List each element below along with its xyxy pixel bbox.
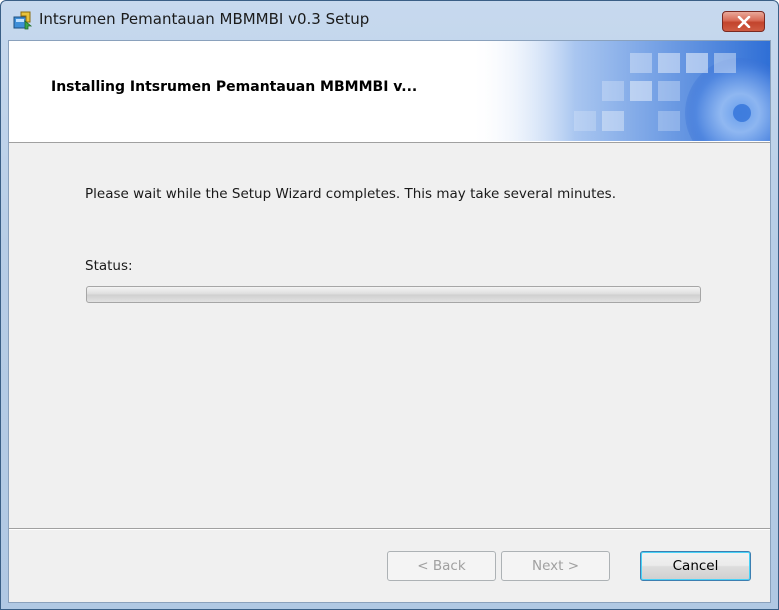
footer-divider [9,528,770,530]
window-title: Intsrumen Pemantauan MBMMBI v0.3 Setup [39,10,370,28]
wizard-description: Please wait while the Setup Wizard compl… [85,186,617,202]
cancel-button[interactable]: Cancel [640,551,751,581]
close-icon [737,16,751,28]
back-button[interactable]: < Back [387,551,496,581]
banner-graphic [470,41,770,141]
installer-icon [13,10,33,30]
close-button[interactable] [722,11,765,32]
wizard-header: Installing Intsrumen Pemantauan MBMMBI v… [9,41,770,143]
next-button[interactable]: Next > [501,551,610,581]
title-bar[interactable]: Intsrumen Pemantauan MBMMBI v0.3 Setup [1,1,778,37]
page-title: Installing Intsrumen Pemantauan MBMMBI v… [51,79,418,95]
status-label: Status: [85,258,133,274]
wizard-client-area: Installing Intsrumen Pemantauan MBMMBI v… [8,40,771,603]
setup-window: Intsrumen Pemantauan MBMMBI v0.3 Setup I… [0,0,779,610]
install-progress-bar [86,286,701,303]
